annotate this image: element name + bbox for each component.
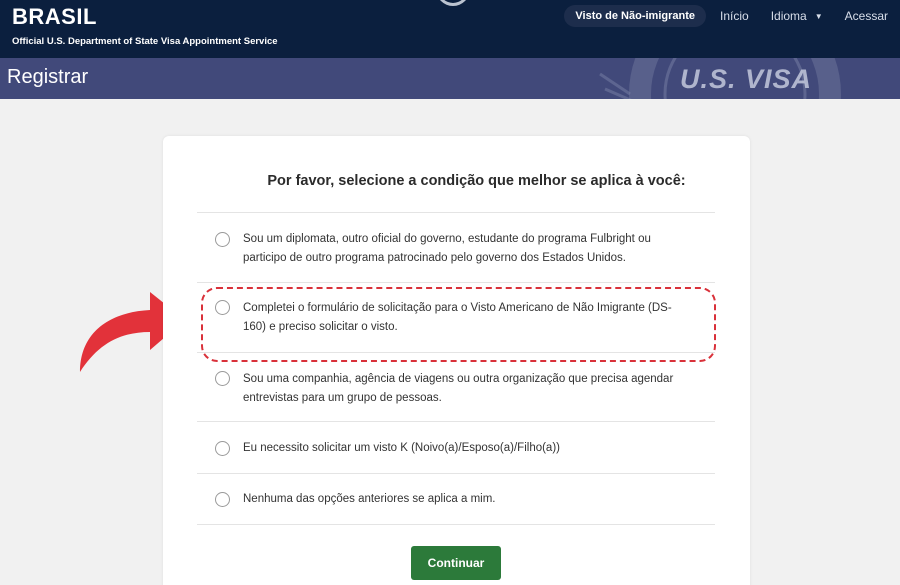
radio-button[interactable] bbox=[215, 232, 230, 247]
registration-card: Por favor, selecione a condição que melh… bbox=[163, 136, 750, 585]
top-nav: Visto de Não-imigrante Início Idioma ▼ Ac… bbox=[564, 5, 900, 27]
site-header: BRASIL Official U.S. Department of State… bbox=[0, 0, 900, 58]
seal-text: U.S. VISA bbox=[680, 64, 813, 94]
nav-login[interactable]: Acessar bbox=[845, 9, 888, 23]
option-line: participo de outro programa patrocinado … bbox=[243, 252, 626, 264]
page-title-bar: Registrar U.S. VISA bbox=[0, 58, 900, 99]
option-line: Sou uma companhia, agência de viagens ou… bbox=[243, 373, 674, 385]
continue-button[interactable]: Continuar bbox=[411, 546, 501, 580]
option-label: Nenhuma das opções anteriores se aplica … bbox=[243, 490, 683, 509]
radio-button[interactable] bbox=[215, 492, 230, 507]
option-line: Nenhuma das opções anteriores se aplica … bbox=[243, 493, 496, 505]
caret-down-icon: ▼ bbox=[814, 12, 823, 21]
eagle-logo-icon bbox=[436, 0, 470, 6]
divider bbox=[197, 282, 715, 283]
option-label: Eu necessito solicitar um visto K (Noivo… bbox=[243, 439, 683, 458]
divider bbox=[197, 212, 715, 213]
option-line: Sou um diplomata, outro oficial do gover… bbox=[243, 233, 651, 245]
nav-language[interactable]: Idioma ▼ bbox=[771, 9, 823, 23]
option-line: entrevistas para um grupo de pessoas. bbox=[243, 392, 442, 404]
question-heading: Por favor, selecione a condição que melh… bbox=[267, 173, 686, 189]
page-title: Registrar bbox=[7, 66, 89, 88]
radio-button[interactable] bbox=[215, 371, 230, 386]
nav-visa-type[interactable]: Visto de Não-imigrante bbox=[564, 5, 706, 27]
option-label: Sou um diplomata, outro oficial do gover… bbox=[243, 230, 683, 268]
nav-home[interactable]: Início bbox=[720, 9, 749, 23]
radio-button[interactable] bbox=[215, 441, 230, 456]
option-label: Sou uma companhia, agência de viagens ou… bbox=[243, 370, 683, 408]
option-line: Eu necessito solicitar um visto K (Noivo… bbox=[243, 442, 560, 454]
highlight-annotation bbox=[201, 287, 716, 362]
divider bbox=[197, 473, 715, 474]
nav-language-label: Idioma bbox=[770, 9, 807, 23]
divider bbox=[197, 421, 715, 422]
brand-subtitle: Official U.S. Department of State Visa A… bbox=[12, 36, 278, 47]
brand-title[interactable]: BRASIL bbox=[12, 4, 97, 30]
divider bbox=[197, 524, 715, 525]
